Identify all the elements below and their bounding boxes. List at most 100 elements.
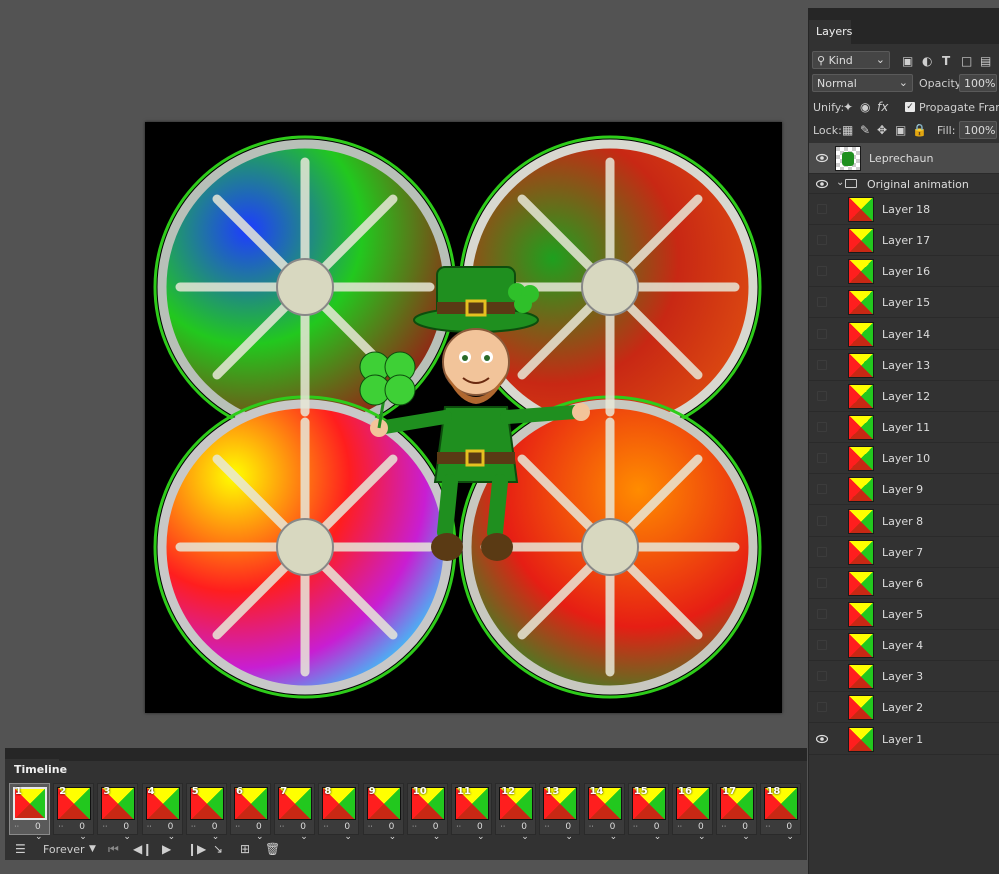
type-filter-icon[interactable]: T (942, 55, 950, 67)
visibility-toggle[interactable] (817, 640, 827, 651)
chevron-down-icon[interactable]: ▼ (89, 843, 96, 855)
unify-position-icon[interactable]: ✦ (843, 101, 853, 113)
eye-icon[interactable] (816, 178, 828, 190)
visibility-toggle[interactable] (817, 235, 827, 246)
visibility-toggle[interactable] (817, 204, 827, 214)
blend-mode-select[interactable]: Normal ⌄ (812, 74, 913, 92)
frame-disposal-icon[interactable]: ⋅⋅ (279, 823, 287, 831)
layer-row[interactable]: Layer 18 (809, 194, 999, 225)
animation-frame[interactable]: 8 ⋅⋅ 0 ⌄ (318, 783, 360, 842)
document-canvas[interactable] (145, 122, 782, 713)
animation-frame[interactable]: 6 ⋅⋅ 0 ⌄ (230, 783, 271, 842)
frame-disposal-icon[interactable]: ⋅⋅ (323, 823, 331, 831)
visibility-toggle[interactable] (817, 702, 827, 713)
frame-disposal-icon[interactable]: ⋅⋅ (633, 823, 641, 831)
animation-frame[interactable]: 12 ⋅⋅ 0 ⌄ (495, 783, 537, 842)
layer-row[interactable]: Layer 2 (809, 692, 999, 724)
animation-frame[interactable]: 18 ⋅⋅ 0 ⌄ (760, 783, 802, 842)
animation-frame[interactable]: 14 ⋅⋅ 0 ⌄ (583, 783, 625, 842)
animation-frame[interactable]: 15 ⋅⋅ 0 ⌄ (627, 783, 669, 842)
frame-disposal-icon[interactable]: ⋅⋅ (147, 823, 155, 831)
animation-frame[interactable]: 1 ⋅⋅ 0 ⌄ (9, 783, 50, 842)
play-icon[interactable]: ▶ (162, 843, 171, 855)
frame-disposal-icon[interactable]: ⋅⋅ (544, 823, 552, 831)
frame-disposal-icon[interactable]: ⋅⋅ (191, 823, 199, 831)
layer-row[interactable]: Layer 12 (809, 381, 999, 412)
frame-disposal-icon[interactable]: ⋅⋅ (721, 823, 729, 831)
visibility-toggle[interactable] (817, 297, 827, 308)
visibility-toggle[interactable] (817, 515, 827, 526)
animation-frame[interactable]: 11 ⋅⋅ 0 ⌄ (451, 783, 492, 842)
frame-disposal-icon[interactable]: ⋅⋅ (14, 823, 22, 831)
animation-frame[interactable]: 5 ⋅⋅ 0 ⌄ (185, 783, 227, 842)
loop-options-select[interactable]: Forever (43, 843, 85, 856)
layer-row[interactable]: Layer 4 (809, 630, 999, 662)
layer-row[interactable]: Layer 3 (809, 661, 999, 693)
visibility-toggle[interactable] (817, 359, 827, 370)
frame-disposal-icon[interactable]: ⋅⋅ (589, 823, 597, 831)
layer-row-leprechaun[interactable]: Leprechaun (809, 143, 999, 174)
layer-row[interactable]: Layer 11 (809, 412, 999, 444)
canvas-area[interactable] (0, 0, 806, 746)
unify-visibility-icon[interactable]: ◉ (860, 101, 870, 113)
frame-disposal-icon[interactable]: ⋅⋅ (58, 823, 66, 831)
filter-kind-select[interactable]: ⚲ Kind ⌄ (812, 51, 890, 69)
shape-filter-icon[interactable]: □ (961, 55, 972, 67)
fill-input[interactable]: 100% (959, 121, 997, 139)
layer-group-original-animation[interactable]: ⌄ Original animation (809, 174, 999, 194)
tween-icon[interactable]: ↘ (213, 843, 223, 855)
first-frame-icon[interactable]: ⏮ (108, 843, 119, 855)
lock-position-icon[interactable]: ✥ (877, 124, 887, 136)
frame-disposal-icon[interactable]: ⋅⋅ (368, 823, 376, 831)
animation-frame[interactable]: 13 ⋅⋅ 0 ⌄ (539, 783, 581, 842)
duplicate-frame-icon[interactable]: ⊞ (240, 843, 250, 855)
frame-disposal-icon[interactable]: ⋅⋅ (456, 823, 464, 831)
visibility-toggle[interactable] (817, 577, 827, 588)
propagate-frame-checkbox[interactable]: ✓ (905, 102, 915, 112)
layer-row[interactable]: Layer 15 (809, 287, 999, 319)
smart-object-filter-icon[interactable]: ▤ (980, 55, 991, 67)
lock-all-icon[interactable]: 🔒 (912, 124, 927, 136)
layer-row[interactable]: Layer 1 (809, 724, 999, 755)
animation-frame[interactable]: 9 ⋅⋅ 0 ⌄ (362, 783, 404, 842)
visibility-toggle[interactable] (817, 484, 827, 495)
adjustment-filter-icon[interactable]: ◐ (922, 55, 932, 67)
frame-disposal-icon[interactable]: ⋅⋅ (412, 823, 420, 831)
previous-frame-icon[interactable]: ◀❙ (133, 843, 152, 855)
next-frame-icon[interactable]: ❙▶ (187, 843, 206, 855)
layer-row[interactable]: Layer 14 (809, 319, 999, 350)
layer-row[interactable]: Layer 7 (809, 537, 999, 568)
animation-frame[interactable]: 7 ⋅⋅ 0 ⌄ (274, 783, 316, 842)
tab-layers[interactable]: Layers (809, 20, 852, 44)
pixel-layer-filter-icon[interactable]: ▣ (902, 55, 913, 67)
animation-frame[interactable]: 4 ⋅⋅ 0 ⌄ (141, 783, 183, 842)
tab-timeline[interactable]: Timeline (5, 759, 67, 781)
opacity-input[interactable]: 100% (959, 74, 997, 92)
frame-disposal-icon[interactable]: ⋅⋅ (500, 823, 508, 831)
trash-icon[interactable]: 🗑 (265, 843, 280, 855)
layer-row[interactable]: Layer 16 (809, 256, 999, 288)
layer-row[interactable]: Layer 8 (809, 506, 999, 537)
layer-row[interactable]: Layer 9 (809, 474, 999, 506)
visibility-toggle[interactable] (817, 671, 827, 682)
visibility-toggle[interactable] (817, 390, 827, 401)
layer-row[interactable]: Layer 10 (809, 443, 999, 475)
visibility-toggle[interactable] (817, 608, 827, 619)
layer-row[interactable]: Layer 17 (809, 225, 999, 257)
visibility-toggle[interactable] (817, 266, 827, 277)
layer-row[interactable]: Layer 6 (809, 568, 999, 599)
frame-disposal-icon[interactable]: ⋅⋅ (677, 823, 685, 831)
layer-row[interactable]: Layer 13 (809, 350, 999, 381)
frame-disposal-icon[interactable]: ⋅⋅ (765, 823, 773, 831)
visibility-toggle[interactable] (817, 422, 827, 433)
lock-transparency-icon[interactable]: ▦ (842, 124, 853, 136)
chevron-down-icon[interactable]: ⌄ (836, 177, 844, 189)
eye-icon[interactable] (816, 152, 828, 164)
visibility-toggle[interactable] (817, 328, 827, 339)
eye-icon[interactable] (816, 733, 828, 745)
lock-artboard-icon[interactable]: ▣ (895, 124, 906, 136)
visibility-toggle[interactable] (817, 546, 827, 557)
animation-frame[interactable]: 3 ⋅⋅ 0 ⌄ (97, 783, 139, 842)
unify-style-icon[interactable]: fx (877, 101, 888, 113)
frame-disposal-icon[interactable]: ⋅⋅ (235, 823, 243, 831)
